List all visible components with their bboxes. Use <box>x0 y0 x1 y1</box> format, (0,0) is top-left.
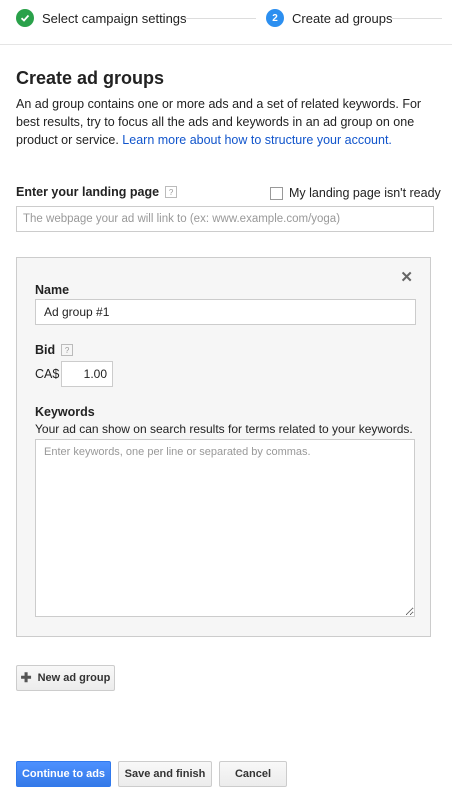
page-title: Create ad groups <box>16 68 165 88</box>
ad-group-card-body: ✕ Name Bid ? CA$ Keywords Your ad can sh… <box>17 258 430 636</box>
bid-input[interactable] <box>61 361 113 387</box>
checkmark-icon <box>16 9 34 27</box>
step-create-ad-groups[interactable]: 2 Create ad groups <box>266 9 392 27</box>
keywords-label: Keywords <box>35 405 95 419</box>
step-number: 2 <box>266 9 284 27</box>
keywords-help-text: Your ad can show on search results for t… <box>35 422 413 436</box>
currency-label: CA$ <box>35 367 60 381</box>
bid-label-text: Bid <box>35 343 56 357</box>
progress-stepper: Select campaign settings 2 Create ad gro… <box>0 0 452 45</box>
step-label: Create ad groups <box>292 10 393 26</box>
checkbox-icon[interactable] <box>270 186 283 200</box>
step-connector <box>184 18 256 19</box>
ad-group-card: ✕ Name Bid ? CA$ Keywords Your ad can sh… <box>16 257 431 637</box>
new-ad-group-button[interactable]: ✚ New ad group <box>16 665 115 691</box>
cancel-button[interactable]: Cancel <box>219 761 287 787</box>
learn-more-link[interactable]: Learn more about how to structure your a… <box>122 133 392 147</box>
step-connector <box>392 18 442 19</box>
intro-text: An ad group contains one or more ads and… <box>16 95 441 149</box>
ad-group-name-input[interactable] <box>35 299 416 325</box>
landing-page-label: Enter your landing page ? <box>16 185 178 199</box>
step-label: Select campaign settings <box>42 10 187 26</box>
step-select-campaign-settings[interactable]: Select campaign settings <box>16 9 187 27</box>
checkbox-label: My landing page isn't ready <box>289 186 441 200</box>
landing-page-not-ready-checkbox[interactable]: My landing page isn't ready <box>270 186 441 200</box>
close-icon[interactable]: ✕ <box>400 268 413 286</box>
landing-page-label-text: Enter your landing page <box>16 185 160 199</box>
keywords-textarea[interactable] <box>35 439 415 617</box>
new-ad-group-label: New ad group <box>37 672 111 684</box>
bid-label: Bid ? <box>35 343 74 357</box>
help-icon[interactable]: ? <box>61 344 74 356</box>
save-and-finish-button[interactable]: Save and finish <box>118 761 212 787</box>
landing-page-input[interactable] <box>16 206 434 232</box>
help-icon[interactable]: ? <box>165 186 178 198</box>
name-label: Name <box>35 283 70 297</box>
plus-icon: ✚ <box>20 670 32 685</box>
continue-to-ads-button[interactable]: Continue to ads <box>16 761 111 787</box>
